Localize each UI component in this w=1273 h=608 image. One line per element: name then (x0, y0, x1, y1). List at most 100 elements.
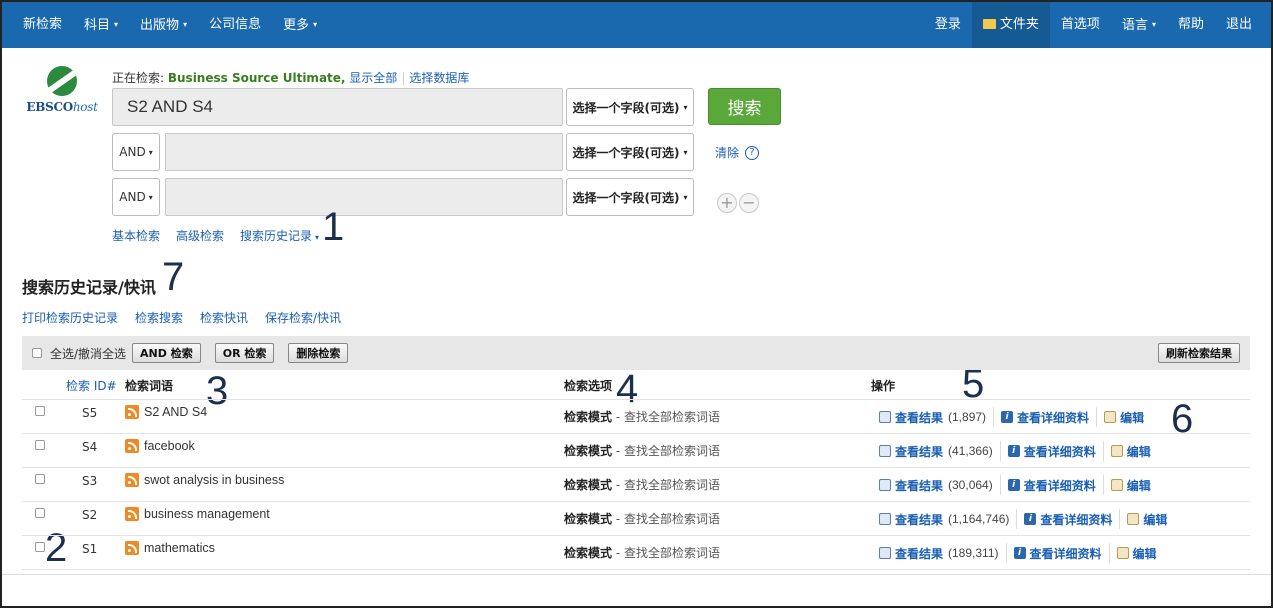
select-all-label: 全选/撤消全选 (50, 346, 127, 361)
search-term-input-1[interactable]: S2 AND S4 (112, 88, 563, 126)
search-id: S2 (82, 508, 98, 522)
table-row: S5 S2 AND S4 检索模式 - 查找全部检索词语 查看结果 (1,897)… (22, 400, 1250, 434)
delete-searches-button[interactable]: 删除检索 (288, 343, 349, 363)
help-icon[interactable]: ? (745, 145, 760, 160)
nav-publications[interactable]: 出版物 ▾ (129, 2, 198, 48)
nav-folder[interactable]: 文件夹 (971, 2, 1050, 48)
header-search-terms: 检索词语 (125, 379, 174, 393)
table-row: S1 mathematics 检索模式 - 查找全部检索词语 查看结果 (189,… (22, 536, 1250, 570)
field-select-2[interactable]: 选择一个字段(可选) ▾ (566, 133, 694, 171)
nav-subjects[interactable]: 科目 ▾ (73, 2, 129, 48)
clear-label: 清除 (715, 146, 740, 160)
magnifier-icon (879, 479, 891, 491)
nav-preferences[interactable]: 首选项 (1050, 2, 1111, 48)
view-results-link[interactable]: 查看结果 (895, 443, 943, 460)
retrieve-alerts-link[interactable]: 检索快讯 (200, 309, 248, 326)
rss-icon[interactable] (125, 473, 139, 487)
header-search-id[interactable]: 检索 ID# (66, 377, 117, 394)
view-details-link[interactable]: 查看详细资料 (1040, 511, 1112, 528)
magnifier-icon (879, 513, 891, 525)
caret-down-icon: ▾ (148, 192, 153, 202)
retrieve-searches-link[interactable]: 检索搜索 (135, 309, 183, 326)
nav-label: 新检索 (23, 17, 63, 32)
search-term-input-3[interactable] (165, 178, 563, 216)
database-name: Business Source Ultimate, (167, 71, 346, 85)
nav-help[interactable]: 帮助 (1167, 2, 1215, 48)
rss-icon[interactable] (125, 507, 139, 521)
minus-icon[interactable]: − (739, 193, 759, 213)
app-frame: 新检索 科目 ▾ 出版物 ▾ 公司信息 更多 ▾ 登录 文件夹 首选项 语言 ▾ 帮助 … (0, 0, 1273, 608)
nav-label: 出版物 (140, 18, 180, 33)
search-button[interactable]: 搜索 (708, 88, 781, 125)
row-actions: 查看结果 (1,897) i 查看详细资料 编辑 (879, 407, 1144, 427)
rss-icon[interactable] (125, 405, 139, 419)
search-term-input-2[interactable] (165, 133, 563, 171)
logo-text: EBSCOhost (22, 100, 102, 114)
view-details-link[interactable]: 查看详细资料 (1017, 409, 1089, 426)
clear-link[interactable]: 清除? (715, 144, 760, 161)
magnifier-icon (879, 411, 891, 423)
table-header: 检索 ID# 检索词语 检索选项 操作 (22, 372, 1250, 400)
view-details-link[interactable]: 查看详细资料 (1024, 443, 1096, 460)
advanced-search-link[interactable]: 高级检索 (176, 227, 224, 244)
view-results-link[interactable]: 查看结果 (895, 409, 943, 426)
search-id: S1 (82, 542, 98, 556)
or-search-button[interactable]: OR 检索 (214, 343, 275, 363)
divider (993, 407, 995, 427)
row-checkbox[interactable] (35, 440, 45, 450)
nav-new-search[interactable]: 新检索 (2, 2, 73, 48)
searching-prefix: 正在检索: (112, 71, 168, 85)
magnifier-icon (879, 547, 891, 559)
boolean-select-3[interactable]: AND ▾ (112, 178, 160, 216)
edit-icon (1116, 547, 1129, 559)
and-search-button[interactable]: AND 检索 (132, 343, 201, 363)
rss-icon[interactable] (125, 541, 139, 555)
add-remove-rows: + − (717, 193, 759, 213)
nav-exit[interactable]: 退出 (1215, 2, 1271, 48)
rss-icon[interactable] (125, 439, 139, 453)
edit-link[interactable]: 编辑 (1143, 511, 1167, 528)
row-checkbox[interactable] (35, 406, 45, 416)
view-results-link[interactable]: 查看结果 (895, 545, 943, 562)
boolean-select-2[interactable]: AND ▾ (112, 133, 160, 171)
mode-value: - 查找全部检索词语 (612, 512, 720, 526)
row-checkbox[interactable] (35, 474, 45, 484)
plus-icon[interactable]: + (717, 193, 737, 213)
save-searches-alerts-link[interactable]: 保存检索/快讯 (265, 309, 341, 326)
divider (1108, 543, 1110, 563)
table-row: S4 facebook 检索模式 - 查找全部检索词语 查看结果 (41,366)… (22, 434, 1250, 468)
basic-search-link[interactable]: 基本检索 (112, 227, 160, 244)
edit-link[interactable]: 编辑 (1127, 443, 1151, 460)
nav-label: 首选项 (1060, 17, 1100, 32)
nav-language[interactable]: 语言 ▾ (1111, 2, 1167, 48)
nav-label: 语言 (1121, 18, 1148, 33)
refresh-results-button[interactable]: 刷新检索结果 (1158, 343, 1240, 363)
search-history-link[interactable]: 搜索历史记录 ▾ (240, 227, 319, 244)
nav-company-info[interactable]: 公司信息 (198, 2, 272, 48)
caret-down-icon: ▾ (148, 147, 153, 157)
view-details-link[interactable]: 查看详细资料 (1030, 545, 1102, 562)
edit-link[interactable]: 编辑 (1127, 477, 1151, 494)
select-all-checkbox[interactable] (32, 348, 42, 358)
table-row: S3 swot analysis in business 检索模式 - 查找全部… (22, 468, 1250, 502)
info-icon: i (1007, 445, 1020, 457)
search-term: swot analysis in business (144, 473, 285, 487)
caret-down-icon: ▾ (183, 20, 188, 29)
ebsco-logo[interactable]: EBSCOhost (22, 66, 102, 114)
field-select-1[interactable]: 选择一个字段(可选) ▾ (566, 88, 694, 126)
logo-brand: EBSCO (26, 100, 73, 114)
field-select-3[interactable]: 选择一个字段(可选) ▾ (566, 178, 694, 216)
show-all-link[interactable]: 显示全部 (349, 71, 397, 85)
view-details-link[interactable]: 查看详细资料 (1024, 477, 1096, 494)
nav-sign-in[interactable]: 登录 (924, 2, 972, 48)
edit-link[interactable]: 编辑 (1120, 409, 1144, 426)
search-term: mathematics (144, 541, 215, 555)
print-history-link[interactable]: 打印检索历史记录 (22, 309, 118, 326)
edit-link[interactable]: 编辑 (1133, 545, 1157, 562)
view-results-link[interactable]: 查看结果 (895, 511, 943, 528)
row-checkbox[interactable] (35, 508, 45, 518)
view-results-link[interactable]: 查看结果 (895, 477, 943, 494)
choose-databases-link[interactable]: 选择数据库 (409, 71, 469, 85)
nav-more[interactable]: 更多 ▾ (272, 2, 328, 48)
row-checkbox[interactable] (35, 542, 45, 552)
